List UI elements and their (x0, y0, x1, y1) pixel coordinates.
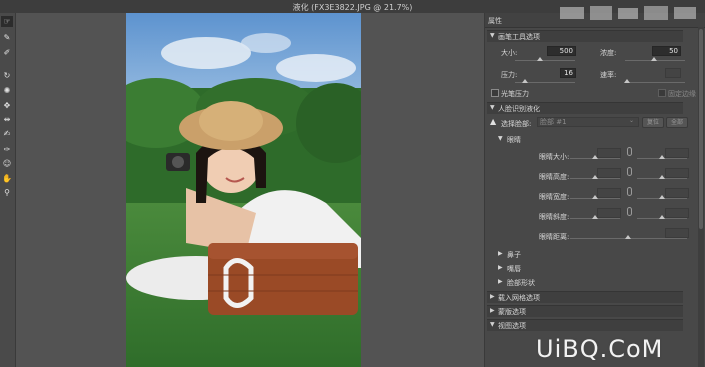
load-mesh-label: 载入网格选项 (498, 294, 540, 302)
view-options-section[interactable]: ▼ 视图选项 (487, 319, 683, 331)
density-field[interactable]: 50 (652, 46, 681, 56)
blurred-watermark-logo (560, 6, 696, 20)
pressure-slider-thumb[interactable] (522, 79, 528, 83)
eye-left-slider-thumb[interactable] (592, 215, 598, 219)
pin-edges-checkbox[interactable] (658, 89, 666, 97)
freeze-mask-icon[interactable]: ✍ (1, 128, 13, 139)
eye-distance-slider-thumb[interactable] (625, 235, 631, 239)
eye-left-field[interactable] (597, 208, 621, 218)
chevron-right-icon: ▶ (498, 264, 503, 271)
eye-left-field[interactable] (597, 148, 621, 158)
panel-scrollbar[interactable] (698, 27, 704, 367)
scrollbar-thumb[interactable] (699, 29, 703, 229)
eye-right-slider-thumb[interactable] (659, 195, 665, 199)
stylus-pressure-checkbox[interactable] (491, 89, 499, 97)
watermark-text: UiBQ.CoM (536, 335, 664, 363)
eye-left-field[interactable] (597, 168, 621, 178)
rate-slider-thumb[interactable] (624, 79, 630, 83)
face-section-label: 人脸识别液化 (498, 105, 540, 113)
face-shape-section-label[interactable]: 脸部形状 (507, 278, 535, 288)
eye-right-field[interactable] (665, 168, 689, 178)
brush-section-label: 画笔工具选项 (498, 33, 540, 41)
eye-left-field[interactable] (597, 188, 621, 198)
pucker-icon[interactable]: ✺ (1, 85, 13, 96)
rate-label: 速率: (600, 71, 617, 79)
link-icon[interactable] (627, 187, 632, 196)
pressure-field[interactable]: 16 (560, 68, 576, 78)
forward-warp-icon[interactable]: ☞ (1, 16, 13, 27)
eye-param-label: 眼睛高度: (539, 173, 570, 181)
eyes-section-label[interactable]: 眼睛 (507, 135, 521, 145)
mask-options-section[interactable]: ▶ 蒙版选项 (487, 305, 683, 317)
eye-right-field[interactable] (665, 188, 689, 198)
stylus-pressure-label: 光笔压力 (501, 90, 529, 98)
photo-image (126, 13, 361, 367)
chevron-down-icon: ▼ (490, 32, 495, 39)
all-button[interactable]: 全部 (666, 117, 688, 128)
size-slider-thumb[interactable] (537, 57, 543, 61)
eye-right-slider-thumb[interactable] (659, 155, 665, 159)
density-label: 浓度: (600, 49, 617, 57)
chevron-right-icon: ▶ (498, 250, 503, 257)
mask-options-label: 蒙版选项 (498, 308, 526, 316)
preview-photo[interactable] (126, 13, 361, 367)
pressure-label: 压力: (501, 71, 518, 79)
eye-param-label: 眼睛距离: (539, 233, 570, 241)
view-options-label: 视图选项 (498, 322, 526, 330)
liquify-toolbar: ☞ ✎ ✐ ↻ ✺ ✥ ⇹ ✍ ✑ ☺ ✋ ⚲ (0, 13, 16, 367)
reconstruct-icon[interactable]: ✎ (1, 32, 13, 43)
chevron-right-icon: ▶ (490, 293, 495, 300)
eye-left-slider-thumb[interactable] (592, 155, 598, 159)
chevron-down-icon: ⌄ (629, 117, 635, 124)
hand-icon[interactable]: ✋ (1, 173, 13, 184)
brush-tool-options-section[interactable]: ▼ 画笔工具选项 (487, 30, 683, 42)
face-aware-liquify-section[interactable]: ▼ 人脸识别液化 (487, 102, 683, 114)
eye-distance-field[interactable] (665, 228, 689, 238)
eye-right-slider-thumb[interactable] (659, 175, 665, 179)
link-icon[interactable] (627, 167, 632, 176)
size-slider[interactable] (515, 60, 575, 61)
panel-title: 属性 (488, 17, 502, 25)
bloat-icon[interactable]: ✥ (1, 100, 13, 111)
load-mesh-section[interactable]: ▶ 载入网格选项 (487, 291, 683, 303)
chevron-down-icon: ▼ (498, 135, 503, 142)
eye-right-field[interactable] (665, 148, 689, 158)
link-icon[interactable] (627, 207, 632, 216)
reset-button[interactable]: 复位 (642, 117, 664, 128)
eye-left-slider-thumb[interactable] (592, 175, 598, 179)
eye-left-slider-thumb[interactable] (592, 195, 598, 199)
rate-field[interactable] (665, 68, 681, 78)
chevron-right-icon: ▶ (498, 278, 503, 285)
eye-right-slider-thumb[interactable] (659, 215, 665, 219)
warning-icon: ▲ (490, 117, 497, 126)
size-field[interactable]: 500 (547, 46, 576, 56)
mouth-section-label[interactable]: 嘴唇 (507, 264, 521, 274)
eye-param-label: 眼睛大小: (539, 153, 570, 161)
link-icon[interactable] (627, 147, 632, 156)
select-face-dropdown[interactable]: 脸部 #1 (537, 117, 639, 127)
face-tool-icon[interactable]: ☺ (1, 158, 13, 169)
zoom-icon[interactable]: ⚲ (1, 187, 13, 198)
size-label: 大小: (501, 49, 518, 57)
density-slider-thumb[interactable] (651, 57, 657, 61)
push-left-icon[interactable]: ⇹ (1, 114, 13, 125)
chevron-right-icon: ▶ (490, 307, 495, 314)
select-face-label: 选择脸部: (501, 120, 532, 128)
nose-section-label[interactable]: 鼻子 (507, 250, 521, 260)
chevron-down-icon: ▼ (490, 321, 495, 328)
eye-right-field[interactable] (665, 208, 689, 218)
rate-slider[interactable] (625, 82, 685, 83)
chevron-down-icon: ▼ (490, 104, 495, 111)
pin-edges-label: 固定边缘 (668, 90, 696, 98)
smooth-icon[interactable]: ✐ (1, 47, 13, 58)
properties-panel: 属性 ▼ 画笔工具选项 大小: 500 浓度: 50 压力: 16 速率: 光笔… (484, 13, 705, 367)
eye-param-label: 眼睛斜度: (539, 213, 570, 221)
eye-param-label: 眼睛宽度: (539, 193, 570, 201)
twirl-icon[interactable]: ↻ (1, 70, 13, 81)
thaw-mask-icon[interactable]: ✑ (1, 144, 13, 155)
